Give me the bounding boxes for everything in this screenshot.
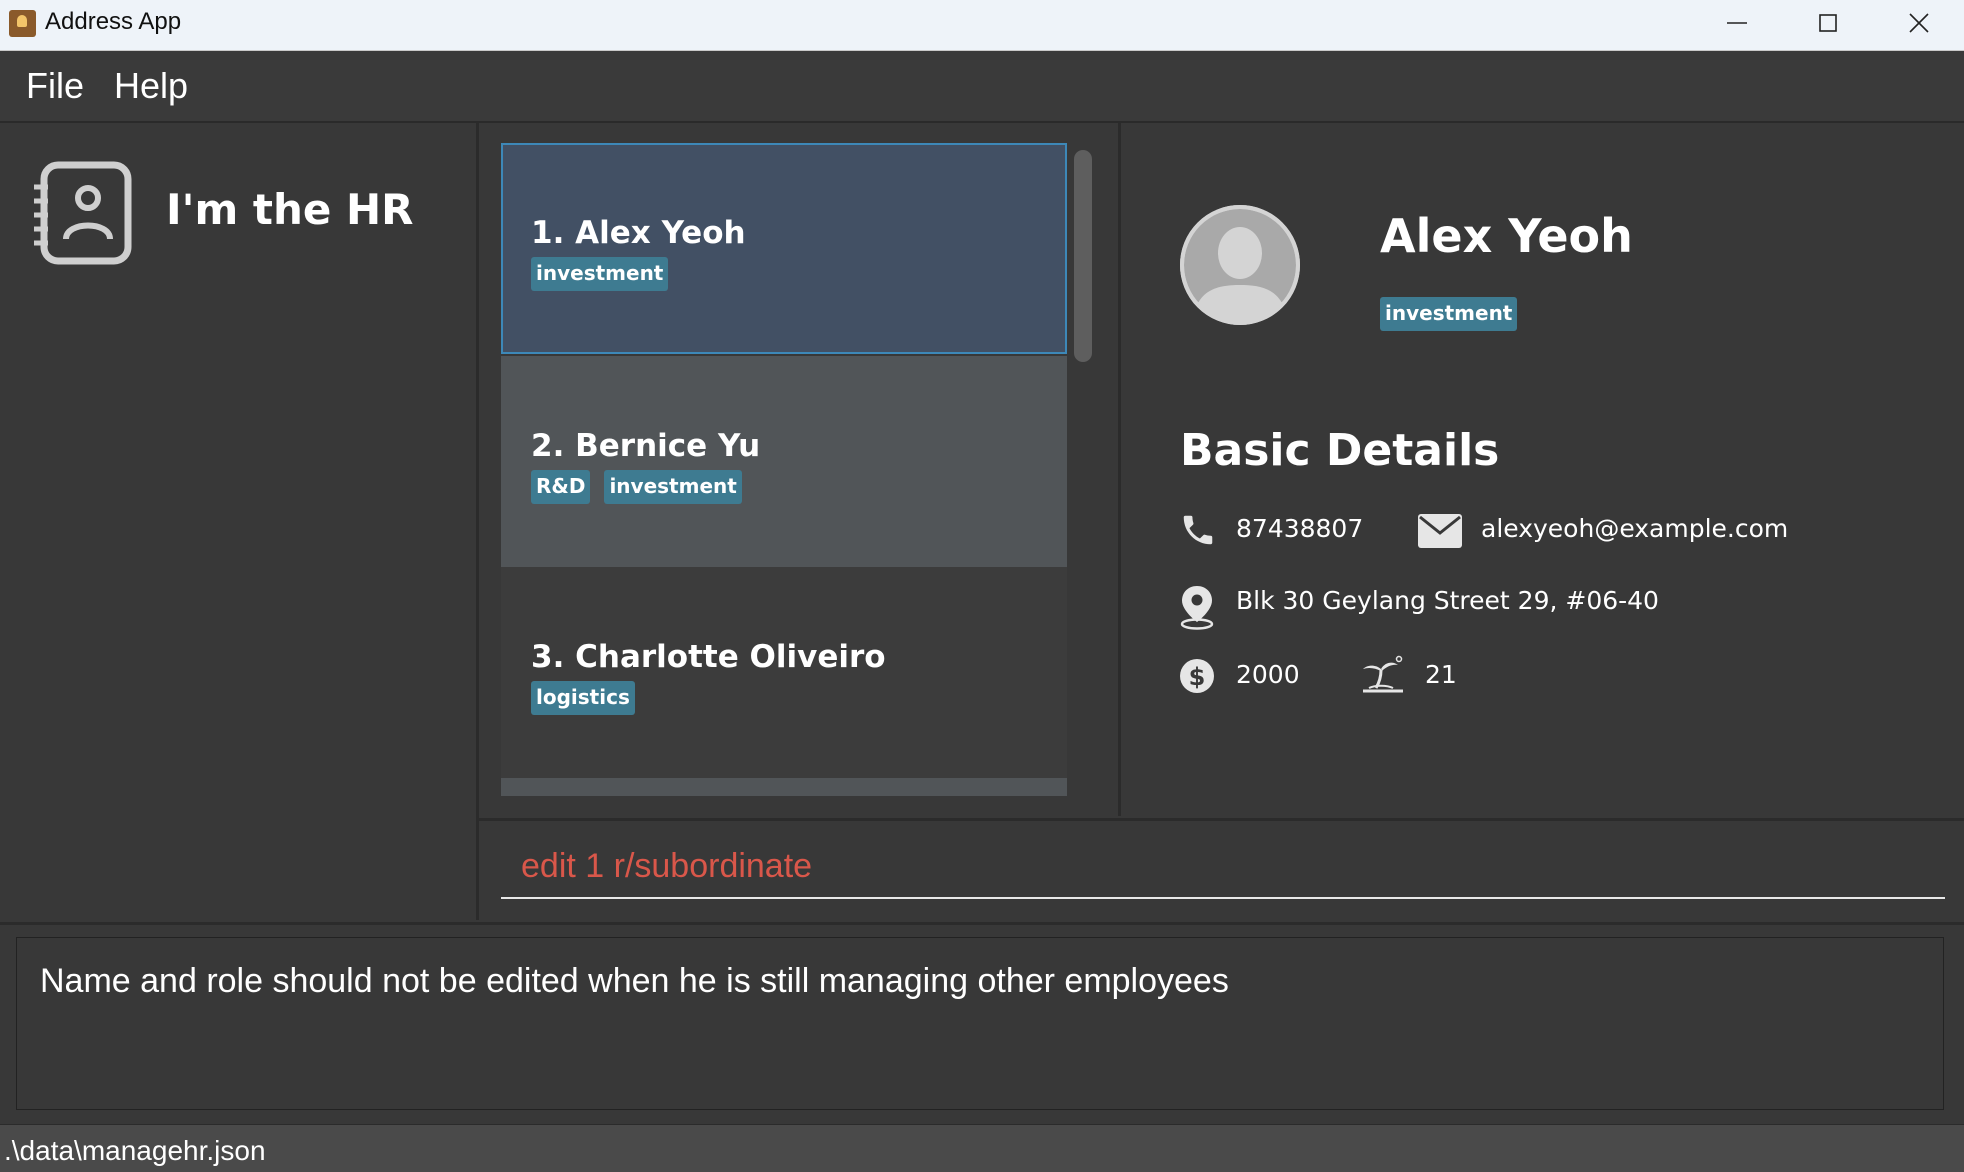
person-detail-panel: Alex Yeoh investment Basic Details 87438… — [1121, 123, 1964, 816]
menu-help[interactable]: Help — [114, 65, 188, 107]
person-card-name: 3. Charlotte Oliveiro — [531, 639, 886, 675]
close-button[interactable] — [1874, 0, 1964, 46]
svg-text:$: $ — [1189, 663, 1206, 691]
minimize-button[interactable] — [1692, 0, 1782, 46]
detail-leave: 21 — [1425, 660, 1457, 689]
result-display[interactable]: Name and role should not be edited when … — [16, 937, 1944, 1110]
tag: investment — [604, 470, 742, 504]
person-card-name: 1. Alex Yeoh — [531, 215, 746, 251]
tag: investment — [1380, 297, 1518, 331]
address-book-icon — [34, 161, 132, 265]
phone-icon — [1183, 515, 1213, 545]
list-scrollbar[interactable] — [1074, 150, 1092, 362]
maximize-icon — [1819, 14, 1837, 32]
title-bar: Address App — [0, 0, 1964, 51]
tag: R&D — [531, 470, 591, 504]
command-input[interactable] — [501, 835, 1945, 899]
menu-bar: File Help — [0, 51, 1964, 123]
person-card-partial[interactable] — [501, 778, 1067, 796]
tag: investment — [531, 257, 669, 291]
result-area: Name and role should not be edited when … — [0, 922, 1964, 1125]
mail-icon — [1418, 514, 1462, 548]
minimize-icon — [1727, 22, 1747, 24]
user-avatar-icon — [1180, 205, 1300, 325]
app-icon — [9, 10, 36, 37]
command-box — [479, 818, 1964, 923]
save-location: .\data\managehr.json — [4, 1135, 266, 1166]
sidebar: I'm the HR — [0, 123, 479, 920]
close-icon — [1909, 13, 1929, 33]
person-card-2[interactable]: 2. Bernice Yu R&D investment — [501, 356, 1067, 567]
location-pin-icon — [1180, 586, 1214, 630]
person-card-3[interactable]: 3. Charlotte Oliveiro logistics — [501, 567, 1067, 778]
section-title: Basic Details — [1180, 425, 1500, 476]
menu-file[interactable]: File — [26, 65, 84, 107]
detail-name: Alex Yeoh — [1380, 209, 1633, 263]
maximize-button[interactable] — [1783, 0, 1873, 46]
detail-phone: 87438807 — [1236, 514, 1364, 543]
status-bar: .\data\managehr.json — [0, 1124, 1964, 1172]
person-card-tags: logistics — [531, 681, 635, 715]
person-card-name: 2. Bernice Yu — [531, 428, 761, 464]
detail-address: Blk 30 Geylang Street 29, #06-40 — [1236, 586, 1659, 615]
person-list-panel: 1. Alex Yeoh investment 2. Bernice Yu R&… — [479, 123, 1121, 816]
detail-salary: 2000 — [1236, 660, 1300, 689]
app-heading: I'm the HR — [166, 185, 414, 234]
person-card-tags: R&D investment — [531, 470, 742, 504]
tag: logistics — [531, 681, 635, 715]
detail-email: alexyeoh@example.com — [1481, 514, 1789, 543]
dollar-icon: $ — [1180, 659, 1214, 693]
beach-icon — [1363, 655, 1403, 693]
window-title: Address App — [45, 8, 182, 35]
person-card-1[interactable]: 1. Alex Yeoh investment — [501, 143, 1067, 354]
person-card-tags: investment — [531, 257, 669, 291]
result-message: Name and role should not be edited when … — [40, 962, 1229, 1000]
detail-tags: investment — [1380, 297, 1518, 331]
